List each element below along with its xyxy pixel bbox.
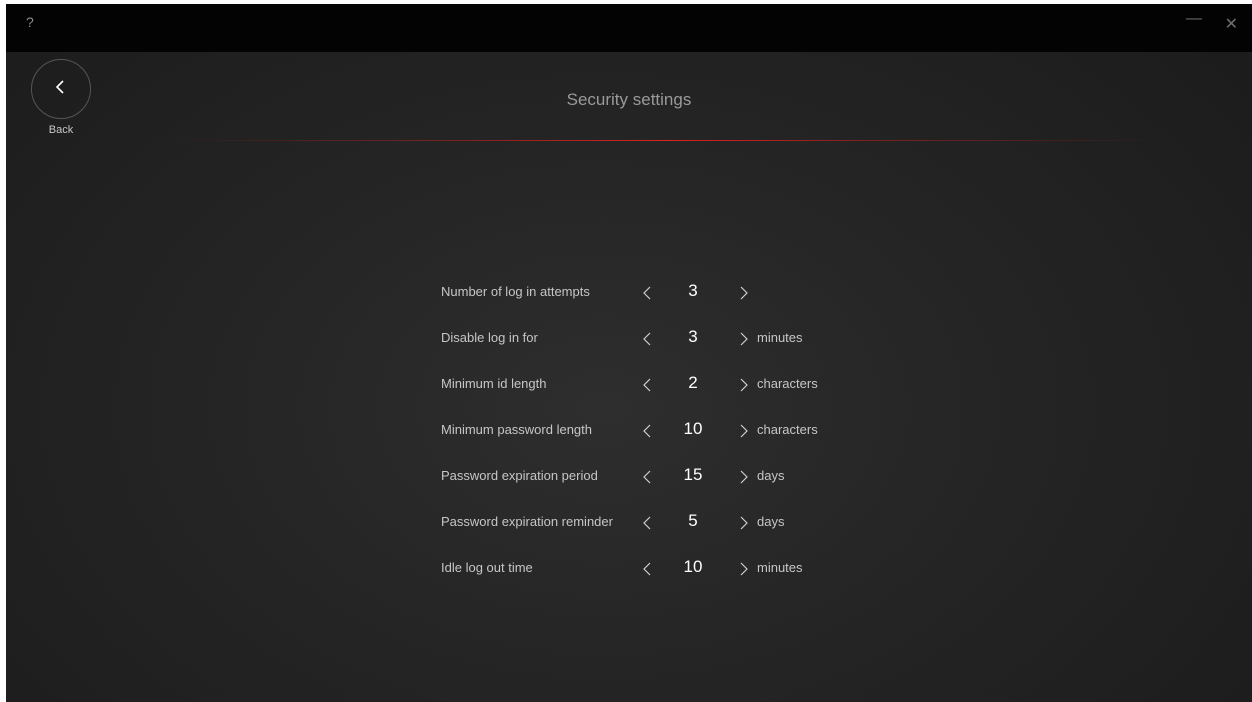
setting-label: Password expiration period: [441, 468, 598, 483]
setting-unit: minutes: [757, 330, 803, 345]
setting-value: 5: [688, 511, 698, 530]
title-bar: ? — ✕: [6, 4, 1252, 52]
setting-unit: minutes: [757, 560, 803, 575]
chevron-right-icon: [740, 562, 748, 576]
chevron-right-icon: [740, 378, 748, 392]
setting-value: 10: [683, 557, 703, 576]
title-divider: [166, 140, 1166, 141]
setting-unit: characters: [757, 376, 818, 391]
app-window: ? — ✕ Back Security settings Number of l…: [6, 4, 1252, 702]
setting-row-min-id-length: Minimum id length 2 characters: [441, 366, 861, 412]
setting-value: 15: [683, 465, 703, 484]
setting-row-password-expiration-reminder: Password expiration reminder 5 days: [441, 504, 861, 550]
setting-unit: characters: [757, 422, 818, 437]
help-button[interactable]: ?: [26, 14, 34, 30]
chevron-right-icon: [740, 286, 748, 300]
increase-button[interactable]: [735, 420, 753, 442]
increase-button[interactable]: [735, 282, 753, 304]
setting-value: 2: [688, 373, 698, 392]
setting-label: Minimum password length: [441, 422, 593, 437]
setting-label: Idle log out time: [441, 560, 533, 575]
setting-value: 10: [683, 419, 703, 438]
chevron-left-icon: [642, 562, 650, 576]
increase-button[interactable]: [735, 512, 753, 534]
setting-row-password-expiration-period: Password expiration period 15 days: [441, 458, 861, 504]
setting-row-login-attempts: Number of log in attempts 3: [441, 274, 861, 320]
chevron-left-icon: [642, 286, 650, 300]
close-button[interactable]: ✕: [1225, 14, 1238, 34]
chevron-left-icon: [642, 470, 650, 484]
chevron-left-icon: [642, 332, 650, 346]
back-button[interactable]: [31, 59, 91, 119]
increase-button[interactable]: [735, 466, 753, 488]
increase-button[interactable]: [735, 374, 753, 396]
minimize-button[interactable]: —: [1186, 10, 1202, 28]
setting-value: 3: [688, 281, 698, 300]
chevron-right-icon: [740, 424, 748, 438]
setting-label: Password expiration reminder: [441, 514, 613, 529]
chevron-right-icon: [740, 516, 748, 530]
setting-row-disable-login: Disable log in for 3 minutes: [441, 320, 861, 366]
setting-row-idle-logout-time: Idle log out time 10 minutes: [441, 550, 861, 596]
settings-list: Number of log in attempts 3 Disable log …: [441, 274, 861, 596]
setting-label: Minimum id length: [441, 376, 547, 391]
setting-label: Number of log in attempts: [441, 284, 590, 299]
page-title: Security settings: [566, 90, 692, 109]
setting-label: Disable log in for: [441, 330, 538, 345]
setting-unit: days: [757, 468, 785, 483]
back-label: Back: [48, 124, 74, 136]
chevron-left-icon: [642, 424, 650, 438]
setting-row-min-password-length: Minimum password length 10 characters: [441, 412, 861, 458]
chevron-right-icon: [740, 470, 748, 484]
setting-value: 3: [688, 327, 698, 346]
increase-button[interactable]: [735, 328, 753, 350]
chevron-left-icon: [642, 378, 650, 392]
setting-unit: days: [757, 514, 785, 529]
chevron-right-icon: [740, 332, 748, 346]
chevron-left-icon: [642, 516, 650, 530]
increase-button[interactable]: [735, 558, 753, 580]
